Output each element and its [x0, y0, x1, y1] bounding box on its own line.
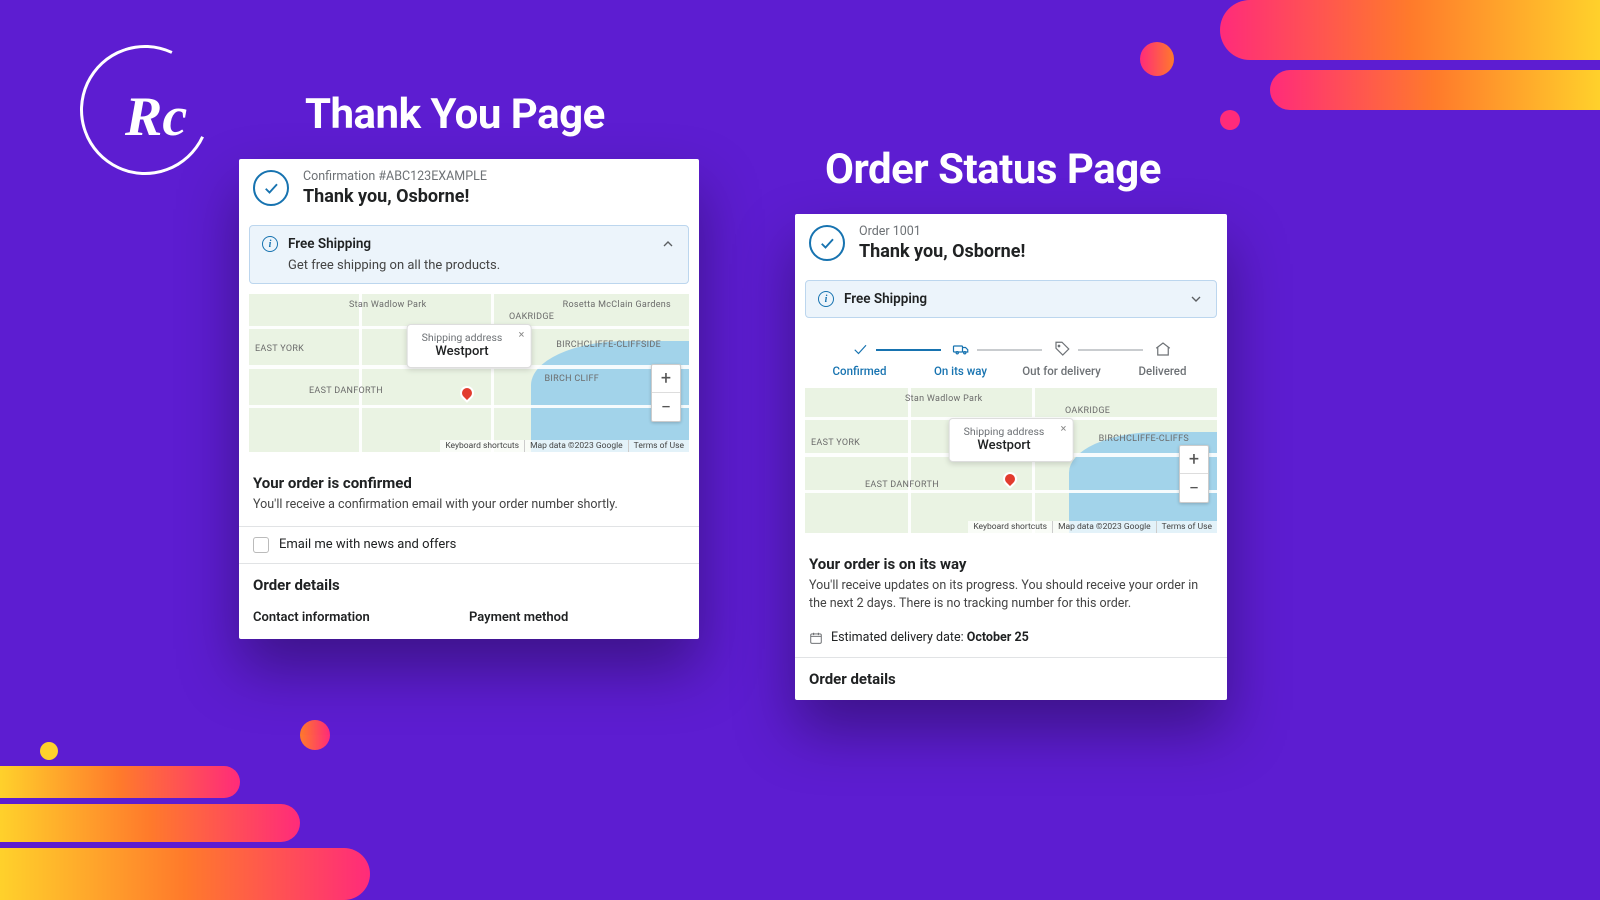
- step-label: Delivered: [1139, 364, 1187, 378]
- order-confirmed-section: Your order is confirmed You'll receive a…: [239, 462, 699, 526]
- map-zoom-controls: + −: [651, 364, 681, 422]
- order-status-card: Order 1001 Thank you, Osborne! i Free Sh…: [795, 214, 1227, 700]
- banner-label: Free Shipping: [844, 291, 1178, 307]
- thankyou-header: Confirmation #ABC123EXAMPLE Thank you, O…: [239, 159, 699, 219]
- home-icon: [1154, 340, 1172, 358]
- info-icon: i: [818, 291, 834, 307]
- chevron-down-icon[interactable]: [1188, 291, 1204, 307]
- checkmark-icon: [253, 170, 289, 206]
- zoom-in-button[interactable]: +: [1180, 446, 1208, 474]
- brand-logo-text: Rc: [125, 85, 187, 149]
- tooltip-label: Shipping address: [964, 425, 1045, 438]
- step-delivered: Delivered: [1114, 340, 1211, 378]
- onway-title: Your order is on its way: [809, 555, 1213, 573]
- order-details-section: Order details: [239, 563, 699, 610]
- banner-label: Free Shipping: [288, 236, 650, 252]
- map-zoom-controls: + −: [1179, 445, 1209, 503]
- order-details-section: Order details: [795, 657, 1227, 700]
- right-page-heading: Order Status Page: [825, 145, 1161, 194]
- free-shipping-banner[interactable]: i Free Shipping: [805, 280, 1217, 318]
- confirmation-number: Confirmation #ABC123EXAMPLE: [303, 169, 487, 184]
- map-attribution: Keyboard shortcuts Map data ©2023 Google…: [968, 521, 1217, 533]
- brand-logo: Rc: [80, 45, 220, 175]
- map-keyboard-shortcuts[interactable]: Keyboard shortcuts: [968, 521, 1052, 533]
- map-pin-icon: [457, 383, 477, 403]
- step-label: On its way: [934, 364, 987, 378]
- greeting-text: Thank you, Osborne!: [859, 241, 1025, 262]
- newsletter-label: Email me with news and offers: [279, 537, 456, 552]
- close-icon[interactable]: ×: [518, 328, 524, 341]
- chevron-up-icon[interactable]: [660, 236, 676, 252]
- on-its-way-section: Your order is on its way You'll receive …: [795, 543, 1227, 624]
- order-number: Order 1001: [859, 224, 1025, 239]
- map-tooltip: × Shipping address Westport: [407, 324, 532, 368]
- free-shipping-banner[interactable]: i Free Shipping Get free shipping on all…: [249, 225, 689, 284]
- check-icon: [851, 340, 869, 358]
- greeting-text: Thank you, Osborne!: [303, 186, 487, 207]
- estimated-delivery-row: Estimated delivery date: October 25: [795, 624, 1227, 657]
- zoom-out-button[interactable]: −: [652, 393, 680, 421]
- payment-method-heading: Payment method: [469, 610, 685, 625]
- step-label: Out for delivery: [1022, 364, 1101, 378]
- order-details-title: Order details: [809, 670, 1213, 688]
- tooltip-value: Westport: [422, 344, 503, 359]
- delivery-stepper: Confirmed On its way Out for delivery De…: [795, 328, 1227, 388]
- decorative-blob-bottom-left: [0, 700, 480, 900]
- newsletter-optin-row[interactable]: Email me with news and offers: [239, 526, 699, 563]
- contact-info-heading: Contact information: [253, 610, 469, 625]
- confirmed-description: You'll receive a confirmation email with…: [253, 496, 685, 514]
- checkmark-icon: [809, 225, 845, 261]
- zoom-out-button[interactable]: −: [1180, 474, 1208, 502]
- step-on-its-way: On its way: [912, 340, 1009, 378]
- truck-icon: [952, 340, 970, 358]
- shipping-map[interactable]: Stan Wadlow Park OAKRIDGE Rosetta McClai…: [249, 294, 689, 452]
- shipping-map[interactable]: Stan Wadlow Park OAKRIDGE EAST YORK BIRC…: [805, 388, 1217, 533]
- tooltip-value: Westport: [964, 438, 1045, 453]
- decorative-blob-top-right: [1120, 0, 1600, 160]
- calendar-icon: [809, 631, 823, 645]
- close-icon[interactable]: ×: [1060, 422, 1066, 435]
- newsletter-checkbox[interactable]: [253, 537, 269, 553]
- est-delivery-label: Estimated delivery date:: [831, 630, 967, 645]
- confirmed-title: Your order is confirmed: [253, 474, 685, 492]
- thankyou-card: Confirmation #ABC123EXAMPLE Thank you, O…: [239, 159, 699, 639]
- map-data-attribution: Map data ©2023 Google: [524, 440, 628, 452]
- info-icon: i: [262, 236, 278, 252]
- map-terms-link[interactable]: Terms of Use: [628, 440, 689, 452]
- map-terms-link[interactable]: Terms of Use: [1156, 521, 1217, 533]
- map-tooltip: × Shipping address Westport: [949, 418, 1074, 462]
- order-details-title: Order details: [253, 576, 685, 594]
- zoom-in-button[interactable]: +: [652, 365, 680, 393]
- map-pin-icon: [1000, 469, 1020, 489]
- tooltip-label: Shipping address: [422, 331, 503, 344]
- order-details-columns: Contact information Payment method: [239, 610, 699, 625]
- left-page-heading: Thank You Page: [305, 90, 605, 139]
- step-confirmed: Confirmed: [811, 340, 908, 378]
- map-attribution: Keyboard shortcuts Map data ©2023 Google…: [440, 440, 689, 452]
- step-label: Confirmed: [833, 364, 887, 378]
- onway-description: You'll receive updates on its progress. …: [809, 577, 1213, 612]
- banner-description: Get free shipping on all the products.: [288, 258, 676, 273]
- status-header: Order 1001 Thank you, Osborne!: [795, 214, 1227, 274]
- map-keyboard-shortcuts[interactable]: Keyboard shortcuts: [440, 440, 524, 452]
- tag-icon: [1053, 340, 1071, 358]
- step-out-for-delivery: Out for delivery: [1013, 340, 1110, 378]
- est-delivery-value: October 25: [967, 630, 1029, 645]
- map-data-attribution: Map data ©2023 Google: [1052, 521, 1156, 533]
